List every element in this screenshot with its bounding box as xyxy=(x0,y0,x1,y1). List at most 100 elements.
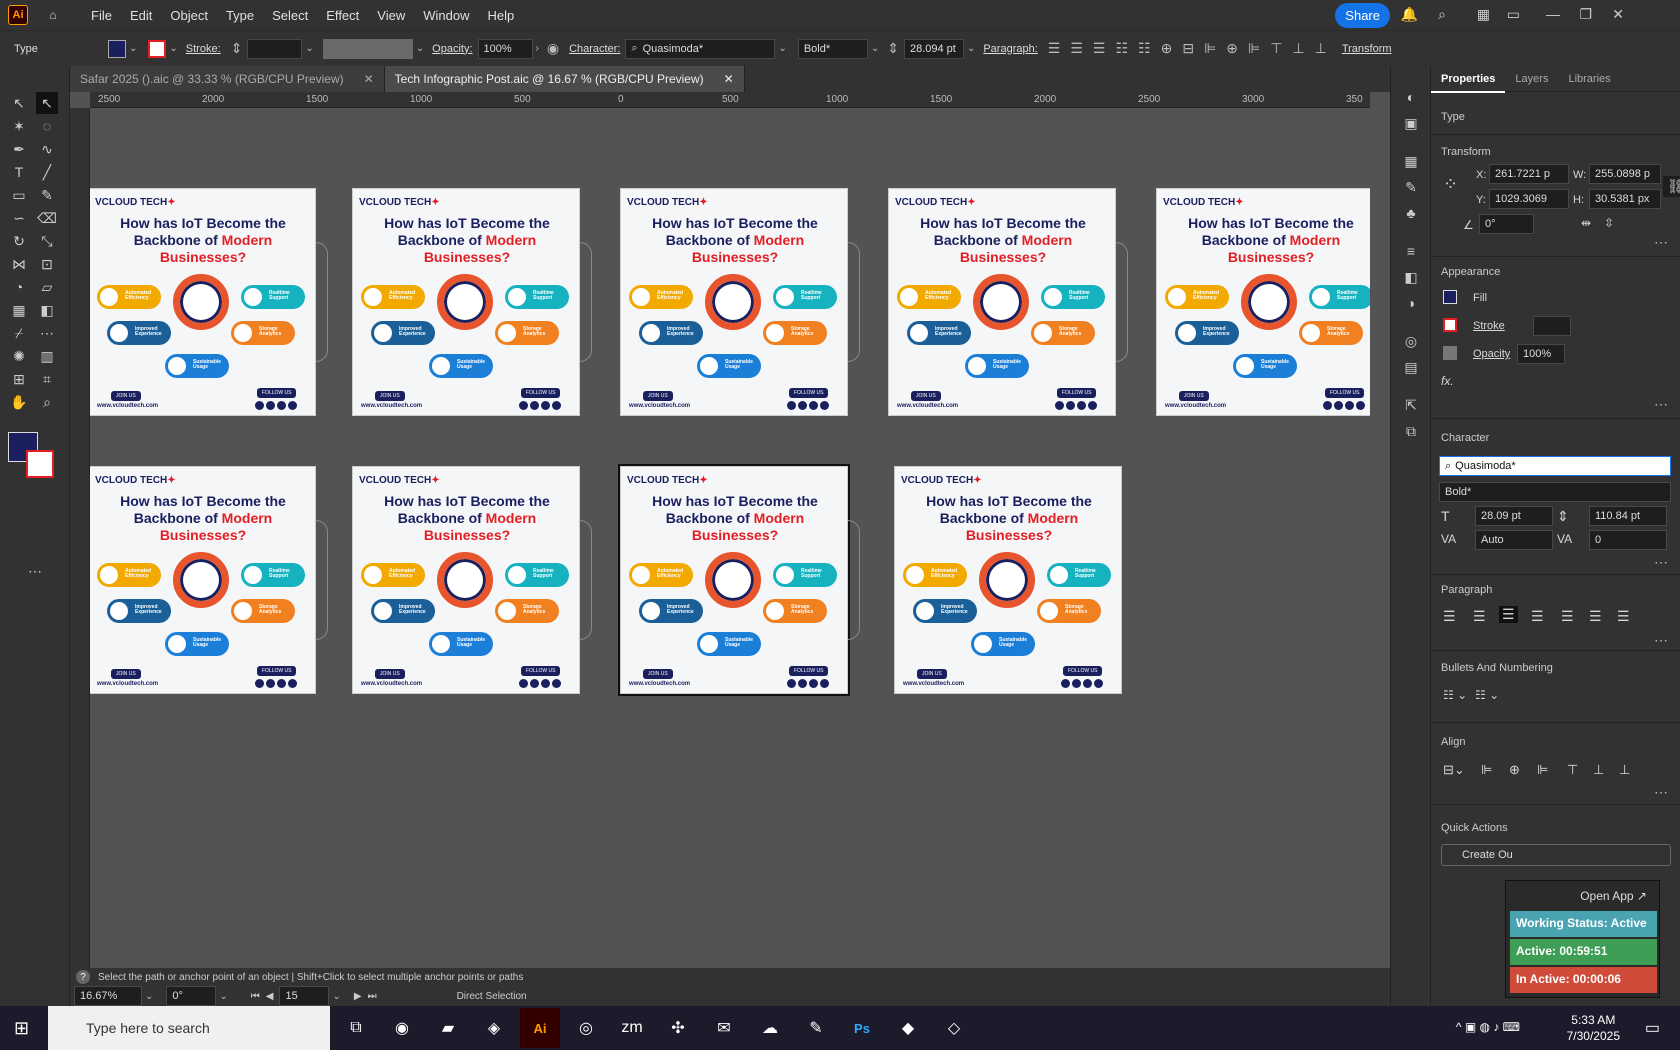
creative-cloud-icon[interactable]: ☁ xyxy=(750,1008,790,1048)
link-icon[interactable]: ⛓ xyxy=(1663,176,1680,197)
justify-right-icon[interactable]: ☰ xyxy=(1589,608,1602,625)
x-field[interactable]: 261.7221 p xyxy=(1489,164,1569,184)
kerning-field[interactable]: Auto xyxy=(1475,530,1553,550)
stroke-swatch[interactable] xyxy=(1443,318,1457,332)
graphic-styles-icon[interactable]: ▤ xyxy=(1400,356,1422,378)
opacity-field[interactable]: 100% xyxy=(477,38,533,59)
first-artboard-icon[interactable]: ⏮ xyxy=(251,991,260,1002)
opacity-field[interactable]: 100% xyxy=(1517,344,1565,364)
bullets-icon[interactable]: ☷ xyxy=(1115,40,1128,57)
stroke-swatch[interactable] xyxy=(148,39,167,58)
swatches-icon[interactable]: ▦ xyxy=(1400,150,1422,172)
globe-icon[interactable]: ⊕ xyxy=(1161,40,1173,57)
prev-artboard-icon[interactable]: ◀ xyxy=(266,991,274,1002)
align-left-icon[interactable]: ☰ xyxy=(1443,608,1456,625)
menu-file[interactable]: File xyxy=(82,8,121,23)
free-transform-icon[interactable]: ⊡ xyxy=(36,253,58,275)
align-hcenter-icon[interactable]: ⊕ xyxy=(1226,40,1238,57)
paintbrush-icon[interactable]: ✎ xyxy=(36,184,58,206)
bullets-icon[interactable]: ☷ ⌄ xyxy=(1443,688,1467,702)
minimize-icon[interactable]: — xyxy=(1546,6,1560,22)
align-right-icon[interactable]: ☰ xyxy=(1499,606,1518,623)
menu-type[interactable]: Type xyxy=(217,8,263,23)
tab-tech-infographic[interactable]: Tech Infographic Post.aic @ 16.67 % (RGB… xyxy=(384,66,745,92)
artboard[interactable]: VCLOUD TECH✦ How has IoT Become the Backb… xyxy=(888,188,1116,416)
height-field[interactable]: 30.5381 px xyxy=(1589,189,1661,209)
home-icon[interactable]: ⌂ xyxy=(42,5,64,25)
appearance-icon[interactable]: ◎ xyxy=(1400,330,1422,352)
justify-center-icon[interactable]: ☰ xyxy=(1561,608,1574,625)
align-vtop-icon[interactable]: ⊤ xyxy=(1567,762,1578,778)
create-outlines-button[interactable]: Create Ou xyxy=(1441,844,1671,866)
symbol-sprayer-icon[interactable]: ✺ xyxy=(8,345,30,367)
perspective-icon[interactable]: ▱ xyxy=(36,276,58,298)
width-tool-icon[interactable]: ⋈ xyxy=(8,253,30,275)
color-guide-icon[interactable]: ◐ xyxy=(1400,86,1422,108)
stroke-weight-field[interactable] xyxy=(247,38,303,59)
align-to-icon[interactable]: ⊟⌄ xyxy=(1443,762,1465,778)
menu-object[interactable]: Object xyxy=(161,8,217,23)
artboard-heading[interactable]: How has IoT Become the Backbone of Modern… xyxy=(90,493,315,544)
selection-tool-icon[interactable]: ↖ xyxy=(8,92,30,114)
align-hleft-icon[interactable]: ⊫ xyxy=(1204,40,1216,57)
zoom-app-icon[interactable]: zm xyxy=(612,1008,652,1048)
menu-view[interactable]: View xyxy=(368,8,414,23)
illustrator-taskbar-icon[interactable]: Ai xyxy=(520,1008,560,1048)
tab-layers[interactable]: Layers xyxy=(1505,73,1558,85)
more-tools-icon[interactable]: ⋯ xyxy=(24,560,46,582)
file-explorer-icon[interactable]: ▰ xyxy=(428,1008,468,1048)
align-hright-icon[interactable]: ⊫ xyxy=(1537,762,1548,778)
xampp-icon[interactable]: ✣ xyxy=(658,1008,698,1048)
fill-swatch[interactable] xyxy=(1443,290,1457,304)
shape-builder-icon[interactable]: ◔ xyxy=(8,276,30,298)
align-left-icon[interactable]: ☰ xyxy=(1048,40,1061,57)
fx-icon[interactable]: fx. xyxy=(1441,374,1454,388)
character-label[interactable]: Character: xyxy=(569,43,620,55)
pen-app-icon[interactable]: ✎ xyxy=(796,1008,836,1048)
align-hcenter-icon[interactable]: ⊕ xyxy=(1509,762,1520,778)
eyedropper-icon[interactable]: ⌿ xyxy=(8,322,30,344)
artboard[interactable]: VCLOUD TECH✦ How has IoT Become the Backb… xyxy=(620,188,848,416)
stroke-weight-field[interactable] xyxy=(1533,316,1571,336)
stroke-label[interactable]: Stroke: xyxy=(186,43,221,55)
transparency-icon[interactable]: ◑ xyxy=(1400,292,1422,314)
notifications-icon[interactable]: ▭ xyxy=(1645,1018,1660,1038)
tab-properties[interactable]: Properties xyxy=(1431,73,1506,93)
gradient-panel-icon[interactable]: ◧ xyxy=(1400,266,1422,288)
artboard[interactable]: VCLOUD TECH✦ How has IoT Become the Backb… xyxy=(352,466,580,694)
font-field[interactable]: ⌕ Quasimoda* xyxy=(625,38,776,59)
zoom-tool-icon[interactable]: ⌕ xyxy=(36,391,58,413)
firefox-icon[interactable]: ◉ xyxy=(382,1008,422,1048)
menu-edit[interactable]: Edit xyxy=(121,8,161,23)
align-right-icon[interactable]: ☰ xyxy=(1093,40,1106,57)
angle-field[interactable]: 0° xyxy=(1479,214,1534,234)
font-size-field[interactable]: 28.094 pt xyxy=(903,38,964,59)
align-vtop-icon[interactable]: ⊤ xyxy=(1270,40,1282,57)
stroke-panel-icon[interactable]: ≡ xyxy=(1400,240,1422,262)
font-style-field[interactable]: Bold* xyxy=(1439,482,1671,502)
align-vcenter-icon[interactable]: ⊥ xyxy=(1292,40,1304,57)
artboard-heading[interactable]: How has IoT Become the Backbone of Modern… xyxy=(621,493,847,544)
windows-start-icon[interactable]: ⊞ xyxy=(14,1018,29,1039)
align-vcenter-icon[interactable]: ⊥ xyxy=(1593,762,1604,778)
align-center-icon[interactable]: ☰ xyxy=(1473,608,1486,625)
more-icon[interactable]: ⋯ xyxy=(1654,632,1668,649)
font-size-field[interactable]: 28.09 pt xyxy=(1475,506,1553,526)
share-button[interactable]: Share xyxy=(1335,3,1390,28)
artboard[interactable]: VCLOUD TECH✦ How has IoT Become the Backb… xyxy=(1156,188,1370,416)
system-tray[interactable]: ^ ▣ ◍ ♪ ⌨ xyxy=(1456,1020,1520,1034)
search-icon[interactable]: ⌕ xyxy=(1438,6,1446,23)
mesh-icon[interactable]: ▦ xyxy=(8,299,30,321)
close-icon[interactable]: ✕ xyxy=(364,72,374,86)
align-objects-icon[interactable]: ⊟ xyxy=(1182,40,1194,57)
align-vbottom-icon[interactable]: ⊥ xyxy=(1619,762,1630,778)
stepper-icon[interactable]: ⇕ xyxy=(231,40,243,57)
workspace-icon[interactable]: ▦ xyxy=(1477,6,1490,23)
restore-icon[interactable]: ❐ xyxy=(1579,6,1592,23)
artboard[interactable]: VCLOUD TECH✦ How has IoT Become the Backb… xyxy=(894,466,1122,694)
tracking-field[interactable]: 0 xyxy=(1589,530,1667,550)
close-icon[interactable]: ✕ xyxy=(724,72,734,86)
artboard-tool-icon[interactable]: ⊞ xyxy=(8,368,30,390)
canvas[interactable]: VCLOUD TECH✦ How has IoT Become the Backb… xyxy=(90,108,1370,968)
bell-icon[interactable]: 🔔 xyxy=(1401,6,1418,23)
